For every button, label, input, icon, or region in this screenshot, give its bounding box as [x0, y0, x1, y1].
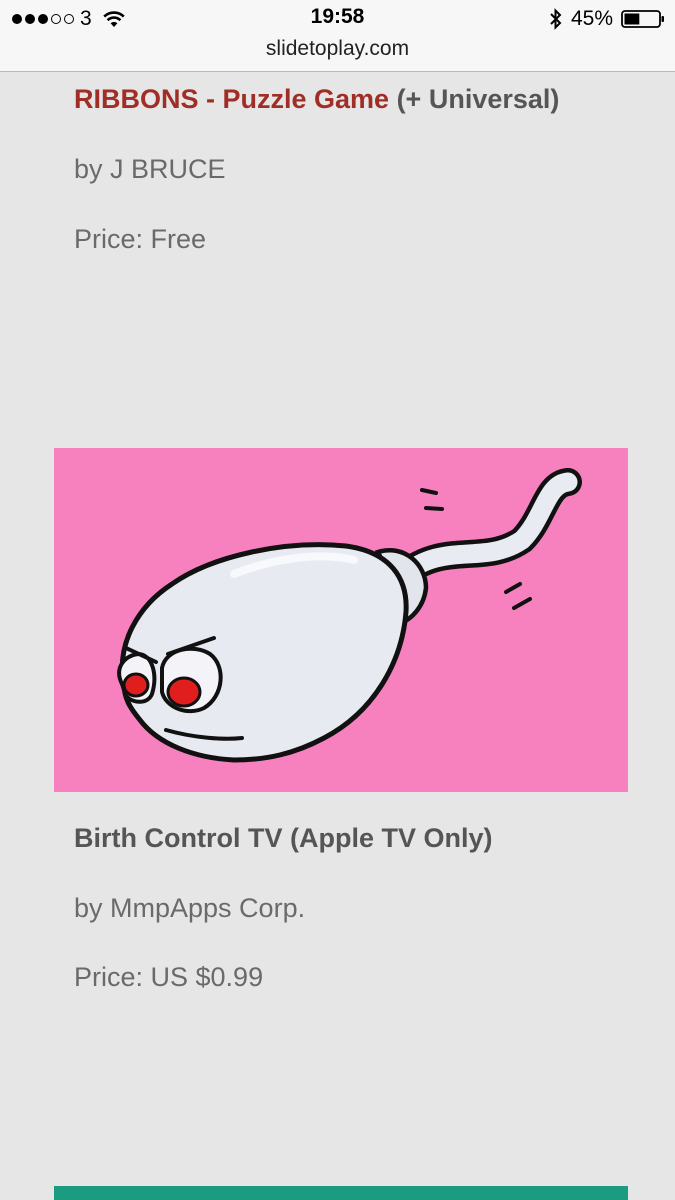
app-author: by J BRUCE	[74, 154, 226, 184]
next-app-image[interactable]	[54, 1186, 628, 1200]
app-author: by MmpApps Corp.	[74, 893, 306, 923]
sperm-character-illustration	[117, 468, 582, 763]
bluetooth-icon	[550, 8, 562, 30]
battery-icon	[621, 10, 664, 28]
app-title-ribbons: RIBBONS - Puzzle Game (+ Universal)	[74, 84, 559, 115]
app-title-suffix: (+ Universal)	[389, 84, 560, 114]
app-title-link[interactable]: RIBBONS - Puzzle Game	[74, 84, 389, 114]
status-bar: 3 19:58 45% slidetoplay.com	[0, 0, 675, 72]
app-price: Price: Free	[74, 224, 207, 254]
device-status: 45%	[549, 7, 665, 31]
battery-percent: 45%	[570, 7, 613, 30]
app-screenshot-birth-control-tv[interactable]	[54, 448, 628, 792]
address-bar-url[interactable]: slidetoplay.com	[0, 37, 675, 61]
app-title-birth-control-tv[interactable]: Birth Control TV (Apple TV Only)	[74, 823, 492, 854]
app-price: Price: US $0.99	[74, 962, 264, 992]
